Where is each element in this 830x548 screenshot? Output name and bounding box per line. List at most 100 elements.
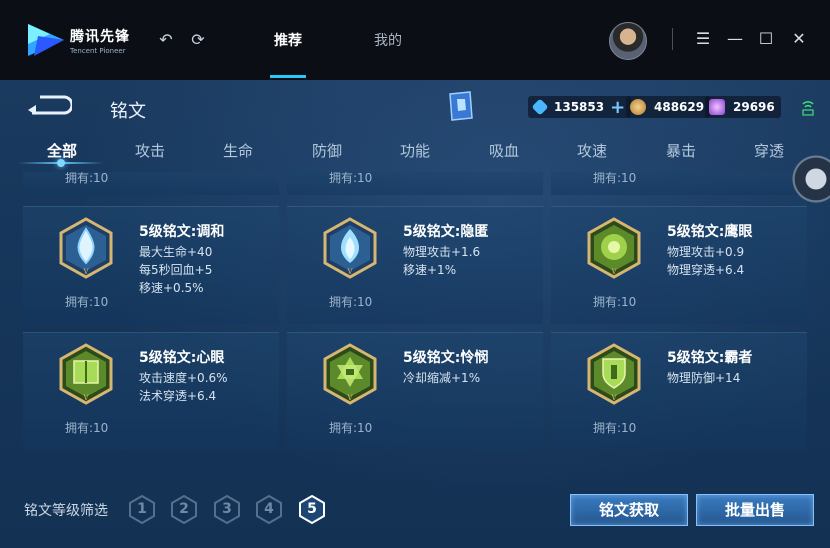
- currency-gold: 488629: [626, 96, 711, 118]
- svg-text:V: V: [610, 394, 617, 402]
- currency-coupon-value: 135853: [554, 100, 605, 114]
- tencent-pioneer-logo: [28, 24, 64, 56]
- rune-grid: 拥有:10 拥有:10 拥有:10 V 5级铭文:调和 最大生命+40 每5秒回…: [23, 172, 807, 464]
- category-health[interactable]: 生命: [223, 140, 253, 161]
- rune-stats: 物理攻击+1.6 移速+1%: [403, 243, 480, 279]
- rune-name: 5级铭文:心眼: [139, 350, 225, 366]
- diamond-coupon-icon: [531, 98, 549, 116]
- level-filter-2[interactable]: 2: [170, 494, 198, 525]
- rune-book-icon[interactable]: [446, 90, 474, 122]
- rune-owned: 拥有:10: [593, 295, 637, 309]
- rune-card-xinyan[interactable]: V 5级铭文:心眼 攻击速度+0.6% 法术穿透+6.4 拥有:10: [23, 332, 279, 450]
- rune-owned: 拥有:10: [593, 172, 637, 185]
- svg-text:V: V: [82, 268, 89, 276]
- title-bar: 腾讯先锋 Tencent Pioneer ↶ ⟳ 推荐 我的 ☰ — ☐ ✕: [0, 0, 830, 80]
- level-filter-4[interactable]: 4: [255, 494, 283, 525]
- rune-name: 5级铭文:霸者: [667, 350, 753, 366]
- maximize-icon[interactable]: ☐: [755, 28, 777, 50]
- bulk-sell-button[interactable]: 批量出售: [696, 494, 814, 526]
- rune-owned: 拥有:10: [593, 421, 637, 435]
- blue-flame-rune-icon: V: [323, 217, 377, 279]
- level-number: 1: [137, 501, 147, 517]
- page-title: 铭文: [110, 101, 146, 122]
- avatar[interactable]: [609, 22, 647, 60]
- category-all[interactable]: 全部: [47, 140, 77, 161]
- category-penetration[interactable]: 穿透: [754, 140, 784, 161]
- currency-gem: 29696: [705, 96, 781, 118]
- rune-card-partial[interactable]: 拥有:10: [287, 172, 543, 195]
- rune-panel: 铭文 135853 + 488629 29696 全部 攻击 生命 防御 功能 …: [0, 80, 830, 548]
- category-defense[interactable]: 防御: [312, 140, 342, 161]
- rune-name: 5级铭文:调和: [139, 224, 225, 240]
- rune-stats: 冷却缩减+1%: [403, 369, 480, 387]
- currency-coupon: 135853 +: [528, 96, 632, 118]
- brand-name: 腾讯先锋: [70, 29, 130, 45]
- category-attack-speed[interactable]: 攻速: [577, 140, 607, 161]
- rune-owned: 拥有:10: [65, 295, 109, 309]
- rune-stat: 物理防御+14: [667, 371, 741, 385]
- level-filter-3[interactable]: 3: [213, 494, 241, 525]
- svg-text:V: V: [346, 268, 353, 276]
- rune-stat: 法术穿透+6.4: [139, 389, 217, 403]
- category-tabs: 全部 攻击 生命 防御 功能 吸血 攻速 暴击 穿透: [0, 136, 830, 166]
- currency-gem-value: 29696: [733, 100, 775, 114]
- add-icon[interactable]: +: [610, 97, 625, 118]
- menu-icon[interactable]: ☰: [692, 28, 714, 50]
- level-number: 5: [307, 501, 317, 517]
- green-hourglass-rune-icon: V: [323, 343, 377, 405]
- undo-icon[interactable]: ↶: [156, 30, 176, 50]
- level-number: 4: [264, 501, 274, 517]
- category-attack[interactable]: 攻击: [135, 140, 165, 161]
- rune-card-yinni[interactable]: V 5级铭文:隐匿 物理攻击+1.6 移速+1% 拥有:10: [287, 206, 543, 324]
- green-flower-rune-icon: V: [587, 217, 641, 279]
- rune-stats: 最大生命+40 每5秒回血+5 移速+0.5%: [139, 243, 212, 297]
- level-filter-label: 铭文等级筛选: [24, 503, 108, 519]
- signal-icon: [802, 101, 814, 116]
- rune-stat: 攻击速度+0.6%: [139, 371, 228, 385]
- green-shield-rune-icon: V: [587, 343, 641, 405]
- blue-drop-rune-icon: V: [59, 217, 113, 279]
- tab-recommend[interactable]: 推荐: [274, 30, 302, 50]
- rune-owned: 拥有:10: [329, 172, 373, 185]
- level-filter-5[interactable]: 5: [298, 494, 326, 525]
- level-number: 2: [179, 501, 189, 517]
- rune-stats: 物理攻击+0.9 物理穿透+6.4: [667, 243, 744, 279]
- category-indicator-dot: [57, 159, 65, 167]
- svg-text:V: V: [610, 268, 617, 276]
- category-utility[interactable]: 功能: [400, 140, 430, 161]
- close-icon[interactable]: ✕: [788, 28, 810, 50]
- rune-stats: 物理防御+14: [667, 369, 740, 387]
- svg-text:V: V: [346, 394, 353, 402]
- back-arrow-icon[interactable]: [26, 94, 72, 116]
- acquire-rune-button[interactable]: 铭文获取: [570, 494, 688, 526]
- rune-card-yingyan[interactable]: V 5级铭文:鹰眼 物理攻击+0.9 物理穿透+6.4 拥有:10: [551, 206, 807, 324]
- gem-icon: [709, 99, 725, 115]
- rune-stat: 物理攻击+0.9: [667, 245, 745, 259]
- level-filter-1[interactable]: 1: [128, 494, 156, 525]
- tab-mine[interactable]: 我的: [374, 30, 402, 50]
- refresh-icon[interactable]: ⟳: [188, 30, 208, 50]
- rune-stat: 物理穿透+6.4: [667, 263, 745, 277]
- divider: [672, 28, 673, 50]
- rune-card-tiaohe[interactable]: V 5级铭文:调和 最大生命+40 每5秒回血+5 移速+0.5% 拥有:10: [23, 206, 279, 324]
- active-tab-indicator: [270, 75, 306, 78]
- rune-owned: 拥有:10: [65, 172, 109, 185]
- rune-card-bazhe[interactable]: V 5级铭文:霸者 物理防御+14 拥有:10: [551, 332, 807, 450]
- category-crit[interactable]: 暴击: [666, 140, 696, 161]
- rune-stat: 最大生命+40: [139, 245, 213, 259]
- brand: 腾讯先锋 Tencent Pioneer: [70, 26, 130, 55]
- rune-card-lianmin[interactable]: V 5级铭文:怜悯 冷却缩减+1% 拥有:10: [287, 332, 543, 450]
- rune-name: 5级铭文:隐匿: [403, 224, 489, 240]
- brand-subtitle: Tencent Pioneer: [70, 47, 126, 55]
- rune-card-partial[interactable]: 拥有:10: [23, 172, 279, 195]
- green-book-rune-icon: V: [59, 343, 113, 405]
- rune-name: 5级铭文:怜悯: [403, 350, 489, 366]
- rune-name: 5级铭文:鹰眼: [667, 224, 753, 240]
- minimize-icon[interactable]: —: [724, 28, 746, 50]
- svg-text:V: V: [82, 394, 89, 402]
- rune-stat: 物理攻击+1.6: [403, 245, 481, 259]
- rune-owned: 拥有:10: [329, 421, 373, 435]
- rune-owned: 拥有:10: [65, 421, 109, 435]
- category-lifesteal[interactable]: 吸血: [489, 140, 519, 161]
- rune-card-partial[interactable]: 拥有:10: [551, 172, 807, 195]
